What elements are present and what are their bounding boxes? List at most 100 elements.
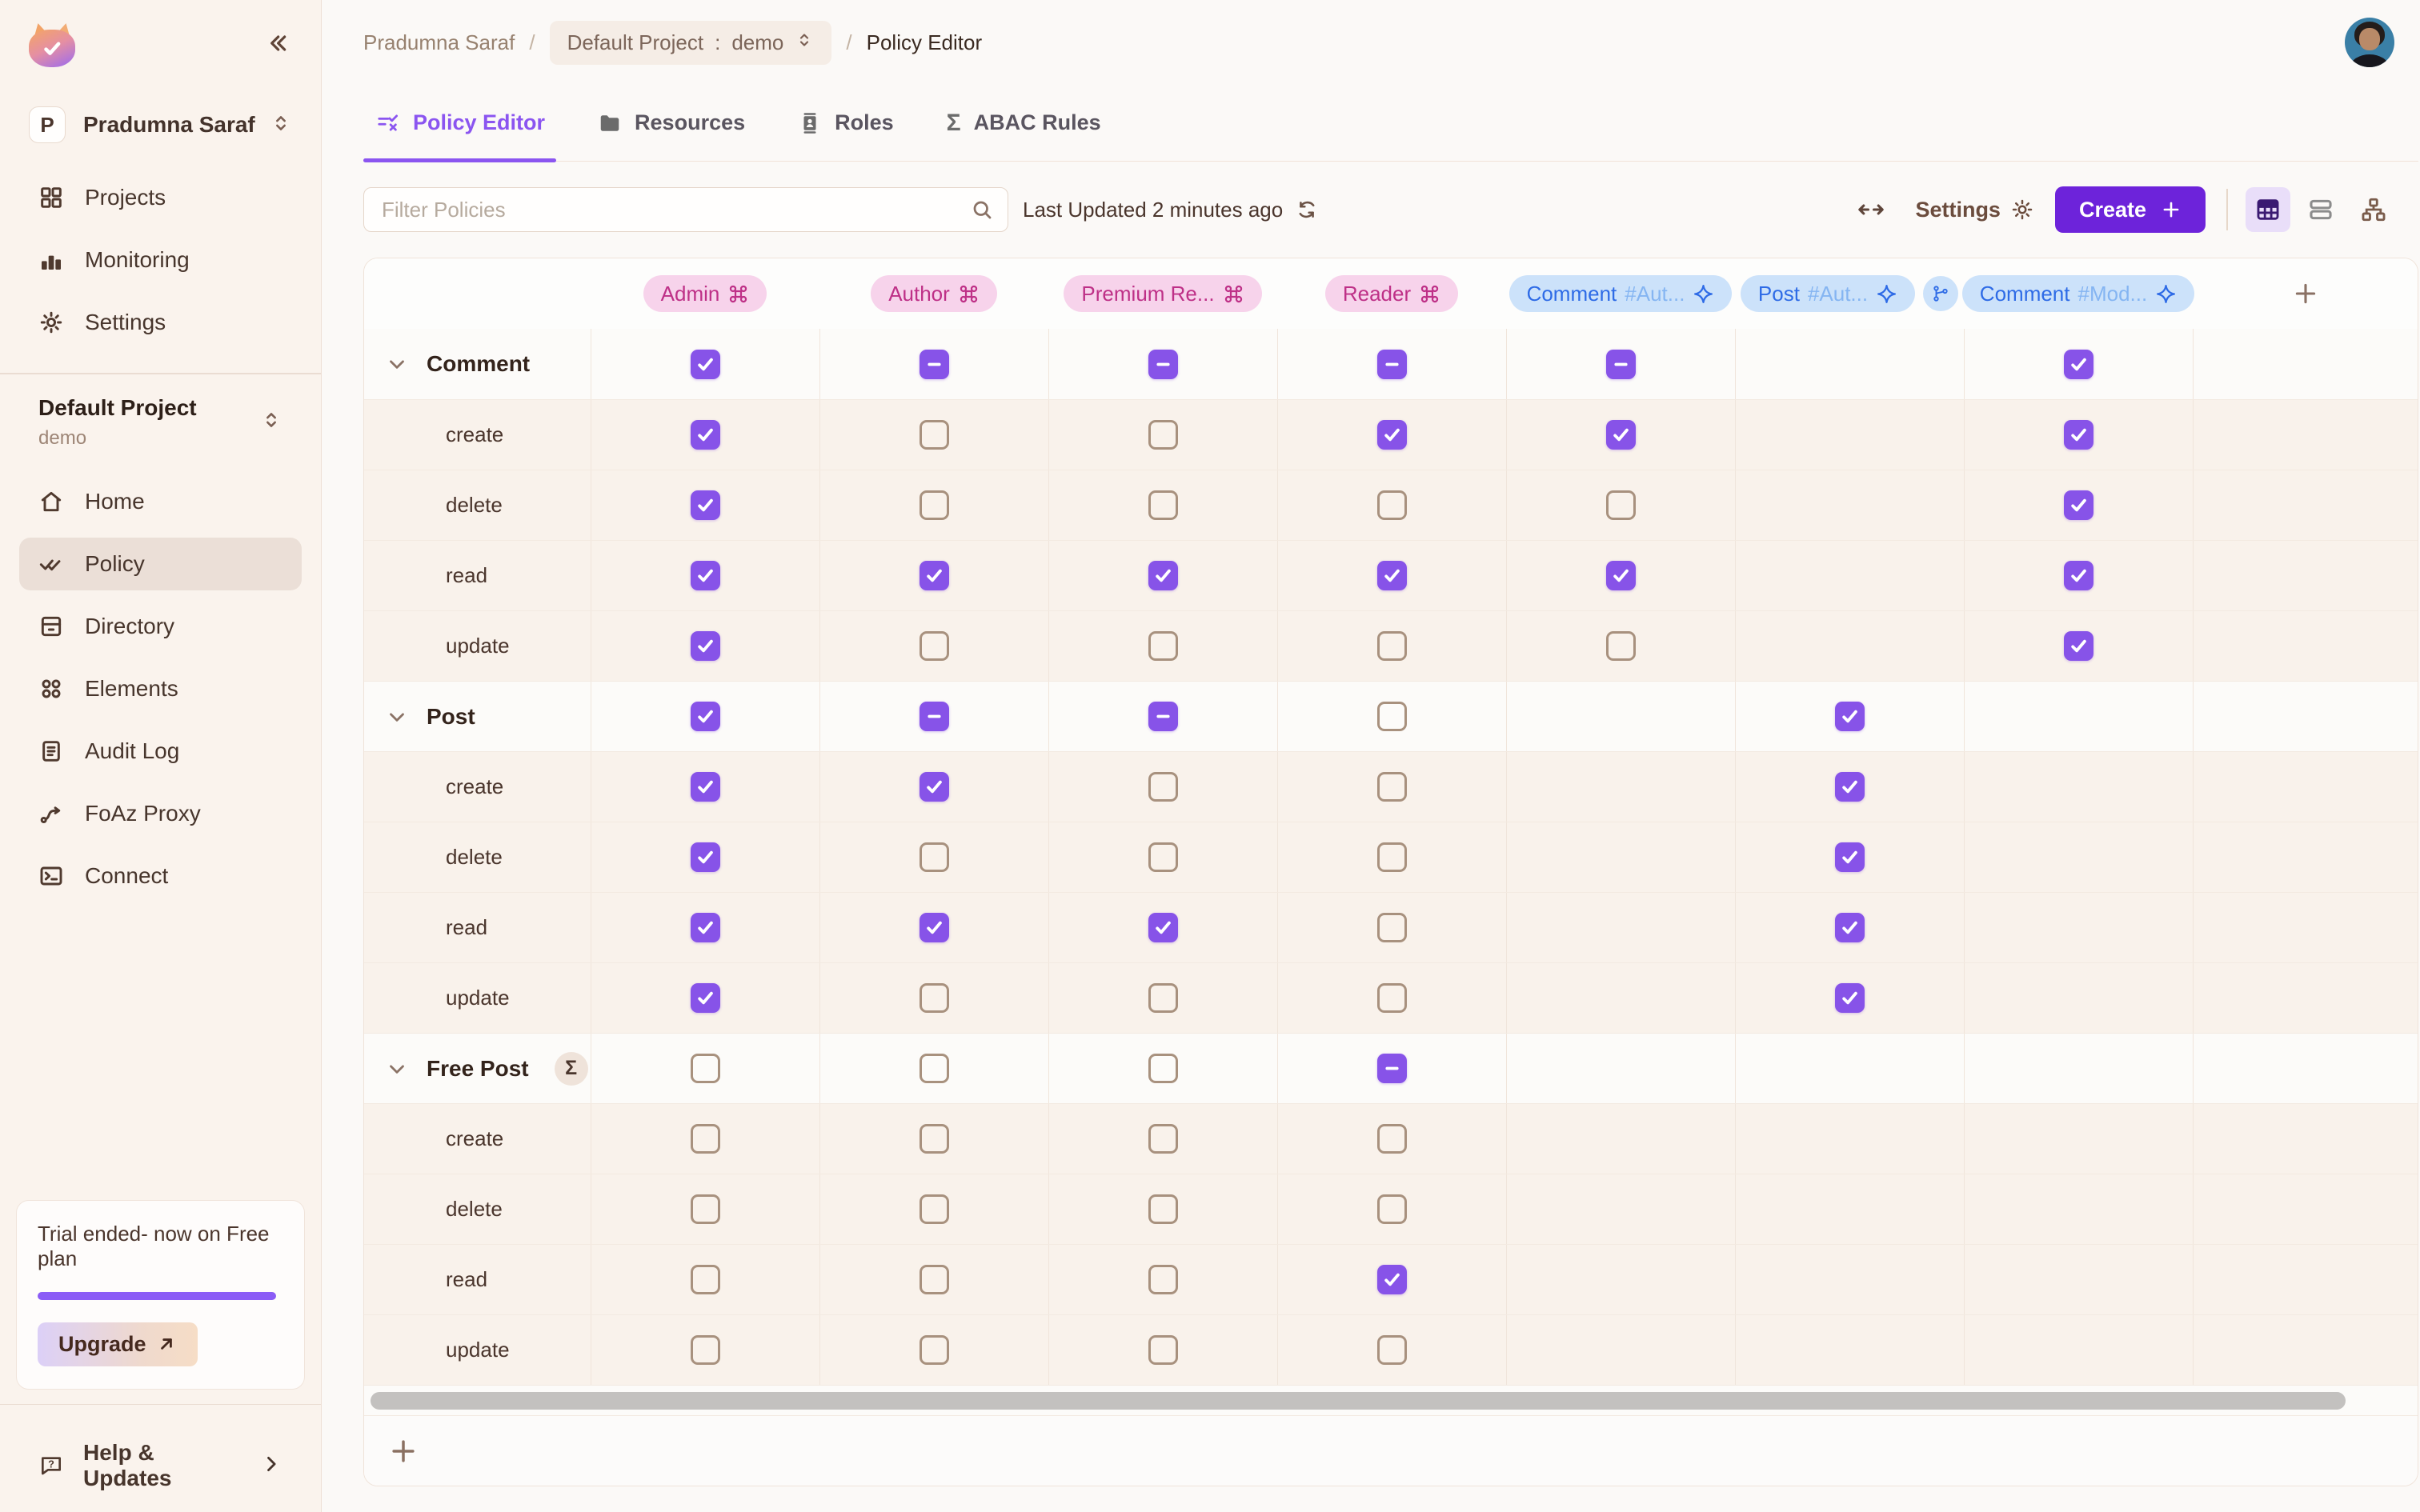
permission-checkbox[interactable] [1377,702,1407,731]
permission-checkbox[interactable] [920,1054,949,1083]
permission-checkbox[interactable] [1377,1194,1407,1224]
create-button[interactable]: Create [2055,186,2206,233]
permission-checkbox[interactable] [1148,350,1178,379]
role-pill[interactable]: Author [871,275,997,312]
tab-policy-editor[interactable]: Policy Editor [376,85,545,161]
permission-checkbox[interactable] [691,1265,720,1294]
view-toggle-tree-view[interactable] [2351,187,2396,232]
horizontal-scrollbar[interactable] [371,1392,2346,1410]
permission-checkbox[interactable] [920,490,949,520]
breadcrumb-workspace[interactable]: Pradumna Saraf [363,30,515,55]
tab-abac-rules[interactable]: ΣABAC Rules [947,85,1101,161]
permission-checkbox[interactable] [2064,420,2093,450]
permission-checkbox[interactable] [691,702,720,731]
permission-checkbox[interactable] [920,1265,949,1294]
sidebar-item-connect[interactable]: Connect [19,850,302,902]
permission-checkbox[interactable] [1377,1265,1407,1294]
permission-checkbox[interactable] [1148,772,1178,802]
permission-checkbox[interactable] [1377,350,1407,379]
permission-checkbox[interactable] [1148,490,1178,520]
policy-settings-link[interactable]: Settings [1915,198,2034,222]
permission-checkbox[interactable] [1606,420,1636,450]
permission-checkbox[interactable] [1377,1335,1407,1365]
permission-checkbox[interactable] [1148,1265,1178,1294]
permission-checkbox[interactable] [920,1335,949,1365]
add-resource-button[interactable] [383,1431,423,1471]
permission-checkbox[interactable] [920,983,949,1013]
derived-role-pill[interactable]: Comment#Mod... [1962,275,2194,312]
user-avatar[interactable] [2345,18,2394,67]
sidebar-item-monitoring[interactable]: Monitoring [19,234,302,286]
permission-checkbox[interactable] [1148,1124,1178,1154]
permission-checkbox[interactable] [1148,983,1178,1013]
permission-checkbox[interactable] [1148,1054,1178,1083]
permission-checkbox[interactable] [1835,772,1865,802]
permission-checkbox[interactable] [691,1124,720,1154]
permission-checkbox[interactable] [920,1194,949,1224]
tab-roles[interactable]: Roles [798,85,894,161]
sidebar-item-audit-log[interactable]: Audit Log [19,725,302,778]
project-selector[interactable]: Default Project demo [19,395,302,450]
permission-checkbox[interactable] [691,1194,720,1224]
permission-checkbox[interactable] [691,350,720,379]
permission-checkbox[interactable] [920,420,949,450]
permission-checkbox[interactable] [1148,702,1178,731]
permission-checkbox[interactable] [1377,490,1407,520]
derived-role-pill[interactable]: Post#Aut... [1741,275,1915,312]
tab-resources[interactable]: Resources [598,85,745,161]
permission-checkbox[interactable] [691,772,720,802]
permission-checkbox[interactable] [920,631,949,661]
permission-checkbox[interactable] [1148,631,1178,661]
permission-checkbox[interactable] [1377,420,1407,450]
permission-checkbox[interactable] [1835,913,1865,942]
permission-checkbox[interactable] [1835,702,1865,731]
permission-checkbox[interactable] [1606,631,1636,661]
permission-checkbox[interactable] [691,631,720,661]
sidebar-item-foaz-proxy[interactable]: FoAz Proxy [19,787,302,840]
permission-checkbox[interactable] [2064,561,2093,590]
breadcrumb-project-env-selector[interactable]: Default Project : demo [550,21,832,65]
sidebar-item-home[interactable]: Home [19,475,302,528]
permission-checkbox[interactable] [920,702,949,731]
add-role-button[interactable] [2292,280,2319,307]
permission-checkbox[interactable] [1377,1054,1407,1083]
sidebar-item-directory[interactable]: Directory [19,600,302,653]
permission-checkbox[interactable] [1377,913,1407,942]
permission-checkbox[interactable] [691,420,720,450]
upgrade-button[interactable]: Upgrade [38,1322,198,1366]
permission-checkbox[interactable] [2064,490,2093,520]
chevron-down-icon[interactable] [385,1057,409,1081]
permission-checkbox[interactable] [920,842,949,872]
permission-checkbox[interactable] [2064,631,2093,661]
permission-checkbox[interactable] [1148,842,1178,872]
permission-checkbox[interactable] [920,350,949,379]
permission-checkbox[interactable] [691,561,720,590]
permission-checkbox[interactable] [691,842,720,872]
expand-horizontal-icon[interactable] [1857,196,1885,223]
permission-checkbox[interactable] [691,983,720,1013]
permission-checkbox[interactable] [920,772,949,802]
permission-checkbox[interactable] [691,913,720,942]
derived-role-pill[interactable]: Comment#Aut... [1509,275,1733,312]
sidebar-item-policy[interactable]: Policy [19,538,302,590]
sidebar-collapse-button[interactable] [258,24,297,62]
permission-checkbox[interactable] [2064,350,2093,379]
role-pill[interactable]: Admin [643,275,767,312]
permission-checkbox[interactable] [1606,350,1636,379]
permission-checkbox[interactable] [1148,561,1178,590]
permission-checkbox[interactable] [1148,1194,1178,1224]
role-pill[interactable]: Reader [1325,275,1458,312]
sidebar-item-projects[interactable]: Projects [19,171,302,224]
permission-checkbox[interactable] [1148,420,1178,450]
permission-checkbox[interactable] [1377,631,1407,661]
permission-checkbox[interactable] [1148,1335,1178,1365]
view-toggle-table-view[interactable] [2246,187,2290,232]
role-pill[interactable]: Premium Re... [1064,275,1261,312]
sidebar-item-elements[interactable]: Elements [19,662,302,715]
permission-checkbox[interactable] [920,561,949,590]
permission-checkbox[interactable] [1377,561,1407,590]
role-derivation-icon[interactable] [1923,276,1958,311]
permission-checkbox[interactable] [920,1124,949,1154]
permission-checkbox[interactable] [691,490,720,520]
permission-checkbox[interactable] [1377,983,1407,1013]
